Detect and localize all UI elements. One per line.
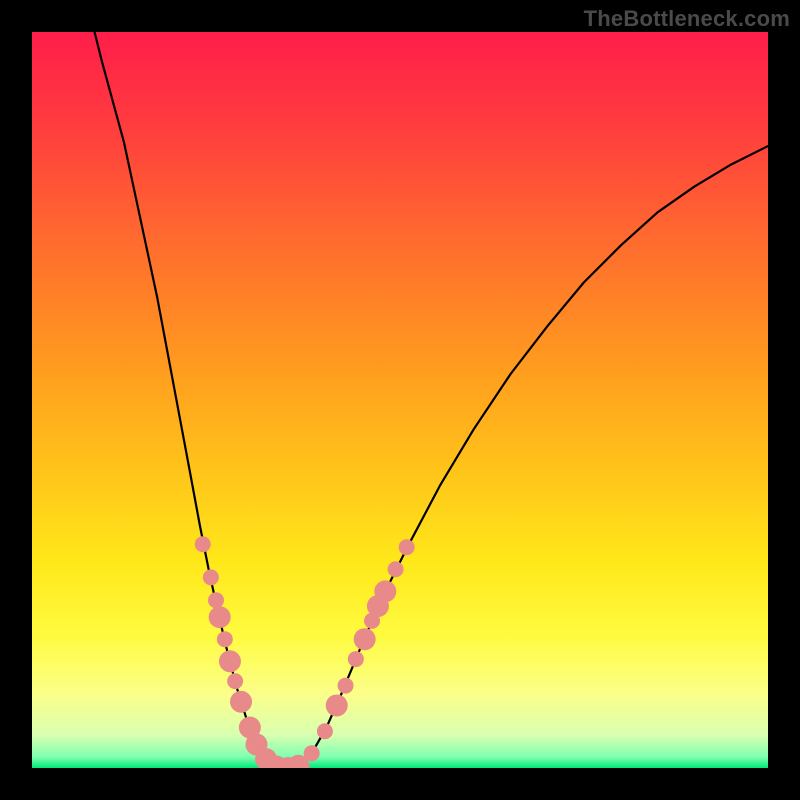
data-marker <box>304 745 320 761</box>
data-marker <box>209 606 231 628</box>
watermark-label: TheBottleneck.com <box>584 6 790 32</box>
plot-background <box>32 32 768 768</box>
data-marker <box>195 536 211 552</box>
data-marker <box>326 694 348 716</box>
data-marker <box>374 580 396 602</box>
data-marker <box>317 723 333 739</box>
data-marker <box>219 650 241 672</box>
data-marker <box>388 561 404 577</box>
chart-frame: TheBottleneck.com <box>0 0 800 800</box>
data-marker <box>217 631 233 647</box>
data-marker <box>354 628 376 650</box>
data-marker <box>203 569 219 585</box>
data-marker <box>227 673 243 689</box>
data-marker <box>338 678 354 694</box>
data-marker <box>208 592 224 608</box>
data-marker <box>230 691 252 713</box>
data-marker <box>348 651 364 667</box>
bottleneck-chart <box>32 32 768 768</box>
data-marker <box>399 539 415 555</box>
